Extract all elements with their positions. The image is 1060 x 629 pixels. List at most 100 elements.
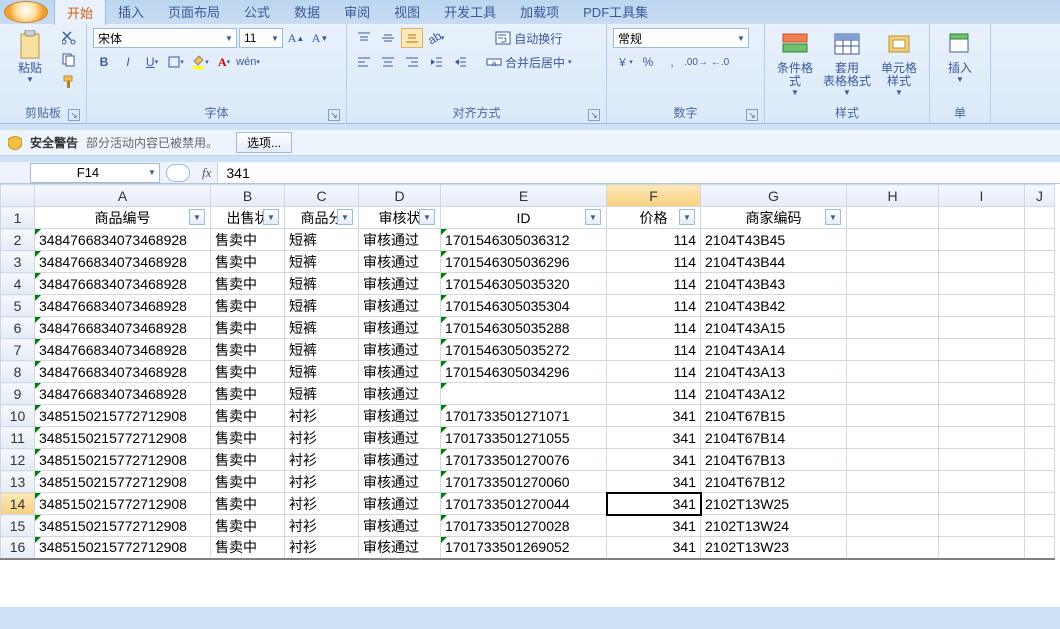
cell[interactable] xyxy=(939,449,1025,471)
cell[interactable] xyxy=(1025,273,1055,295)
row-header-14[interactable]: 14 xyxy=(1,493,35,515)
filter-button[interactable]: ▼ xyxy=(419,209,435,225)
cell[interactable] xyxy=(847,339,939,361)
copy-button[interactable] xyxy=(58,50,80,70)
name-box[interactable]: ▼ xyxy=(30,163,160,183)
select-all-corner[interactable] xyxy=(1,185,35,207)
cell[interactable] xyxy=(939,295,1025,317)
cell[interactable]: 2104T43A13 xyxy=(701,361,847,383)
dec-decimal-button[interactable]: ←.0 xyxy=(709,52,731,72)
font-name-input[interactable] xyxy=(94,29,222,47)
number-format-combo[interactable]: ▼ xyxy=(613,28,749,48)
cell[interactable]: 审核通过 xyxy=(359,493,441,515)
launcher-icon[interactable]: ↘ xyxy=(588,109,600,121)
cell[interactable]: 3485150215772712908 xyxy=(35,471,211,493)
launcher-icon[interactable]: ↘ xyxy=(328,109,340,121)
header-cell[interactable]: 商品分▼ xyxy=(285,207,359,229)
cell[interactable] xyxy=(939,515,1025,537)
header-cell[interactable]: 价格▼ xyxy=(607,207,701,229)
font-name-combo[interactable]: ▼ xyxy=(93,28,237,48)
cell[interactable] xyxy=(847,493,939,515)
cell[interactable]: 短裤 xyxy=(285,339,359,361)
cell[interactable]: 审核通过 xyxy=(359,317,441,339)
filter-button[interactable]: ▼ xyxy=(189,209,205,225)
tab-2[interactable]: 页面布局 xyxy=(156,0,232,25)
cell[interactable]: 售卖中 xyxy=(211,317,285,339)
cell[interactable] xyxy=(939,229,1025,251)
row-header-3[interactable]: 3 xyxy=(1,251,35,273)
cell[interactable]: 售卖中 xyxy=(211,361,285,383)
cell[interactable] xyxy=(847,515,939,537)
cell[interactable]: 341 xyxy=(607,537,701,559)
font-size-combo[interactable]: ▼ xyxy=(239,28,283,48)
cell[interactable]: 114 xyxy=(607,295,701,317)
cell[interactable]: 短裤 xyxy=(285,229,359,251)
cell[interactable]: 1701546305035304 xyxy=(441,295,607,317)
cell[interactable]: 售卖中 xyxy=(211,405,285,427)
chevron-down-icon[interactable]: ▼ xyxy=(145,168,159,177)
tab-1[interactable]: 插入 xyxy=(106,0,156,25)
cell[interactable]: 审核通过 xyxy=(359,383,441,405)
cell[interactable] xyxy=(1025,449,1055,471)
cell[interactable] xyxy=(847,405,939,427)
row-header-9[interactable]: 9 xyxy=(1,383,35,405)
cell[interactable] xyxy=(847,427,939,449)
cell[interactable] xyxy=(847,537,939,559)
cell[interactable] xyxy=(847,295,939,317)
cell[interactable]: 1701546305036312 xyxy=(441,229,607,251)
cell[interactable]: 2104T67B13 xyxy=(701,449,847,471)
cell[interactable] xyxy=(847,273,939,295)
security-options-button[interactable]: 选项... xyxy=(236,132,292,153)
cell[interactable] xyxy=(847,449,939,471)
cell[interactable]: 短裤 xyxy=(285,361,359,383)
cell[interactable]: 341 xyxy=(607,471,701,493)
cell[interactable]: 341 xyxy=(607,427,701,449)
cell[interactable]: 审核通过 xyxy=(359,471,441,493)
cell[interactable]: 2104T67B12 xyxy=(701,471,847,493)
cell[interactable]: 短裤 xyxy=(285,273,359,295)
col-header-H[interactable]: H xyxy=(847,185,939,207)
cell[interactable]: 1701546305036296 xyxy=(441,251,607,273)
cell[interactable]: 114 xyxy=(607,273,701,295)
cell[interactable] xyxy=(847,383,939,405)
cell[interactable]: 3484766834073468928 xyxy=(35,251,211,273)
row-header-15[interactable]: 15 xyxy=(1,515,35,537)
launcher-icon[interactable]: ↘ xyxy=(746,109,758,121)
name-box-input[interactable] xyxy=(31,164,145,182)
cell[interactable]: 341 xyxy=(607,449,701,471)
cell[interactable] xyxy=(939,361,1025,383)
cell[interactable] xyxy=(939,339,1025,361)
tab-6[interactable]: 视图 xyxy=(382,0,432,25)
filter-button[interactable]: ▼ xyxy=(825,209,841,225)
cell[interactable]: 售卖中 xyxy=(211,229,285,251)
cell[interactable]: 审核通过 xyxy=(359,427,441,449)
cell[interactable] xyxy=(1025,317,1055,339)
row-header-12[interactable]: 12 xyxy=(1,449,35,471)
cell-styles-button[interactable]: 单元格 样式▼ xyxy=(875,28,923,99)
launcher-icon[interactable]: ↘ xyxy=(68,109,80,121)
cell[interactable] xyxy=(1025,295,1055,317)
tab-0[interactable]: 开始 xyxy=(54,0,106,25)
cell[interactable]: 售卖中 xyxy=(211,537,285,559)
formula-input[interactable] xyxy=(217,163,1060,183)
cell[interactable]: 审核通过 xyxy=(359,295,441,317)
row-header-6[interactable]: 6 xyxy=(1,317,35,339)
conditional-format-button[interactable]: 条件格式▼ xyxy=(771,28,819,99)
cell[interactable] xyxy=(1025,515,1055,537)
table-format-button[interactable]: 套用 表格格式▼ xyxy=(823,28,871,99)
inc-decimal-button[interactable]: .00→ xyxy=(685,52,707,72)
col-header-D[interactable]: D xyxy=(359,185,441,207)
office-button[interactable] xyxy=(4,1,48,23)
header-cell[interactable]: 商品编号▼ xyxy=(35,207,211,229)
cell[interactable]: 审核通过 xyxy=(359,515,441,537)
cell[interactable] xyxy=(939,537,1025,559)
filter-button[interactable]: ▼ xyxy=(679,209,695,225)
filter-button[interactable]: ▼ xyxy=(263,209,279,225)
orientation-button[interactable]: ab▾ xyxy=(425,28,447,48)
phonetic-button[interactable]: wén▾ xyxy=(237,52,259,72)
tab-8[interactable]: 加载项 xyxy=(508,0,571,25)
cell[interactable]: 衬衫 xyxy=(285,405,359,427)
cell[interactable]: 3485150215772712908 xyxy=(35,515,211,537)
paste-button[interactable]: 粘贴 ▼ xyxy=(6,28,54,86)
cell[interactable]: 短裤 xyxy=(285,317,359,339)
